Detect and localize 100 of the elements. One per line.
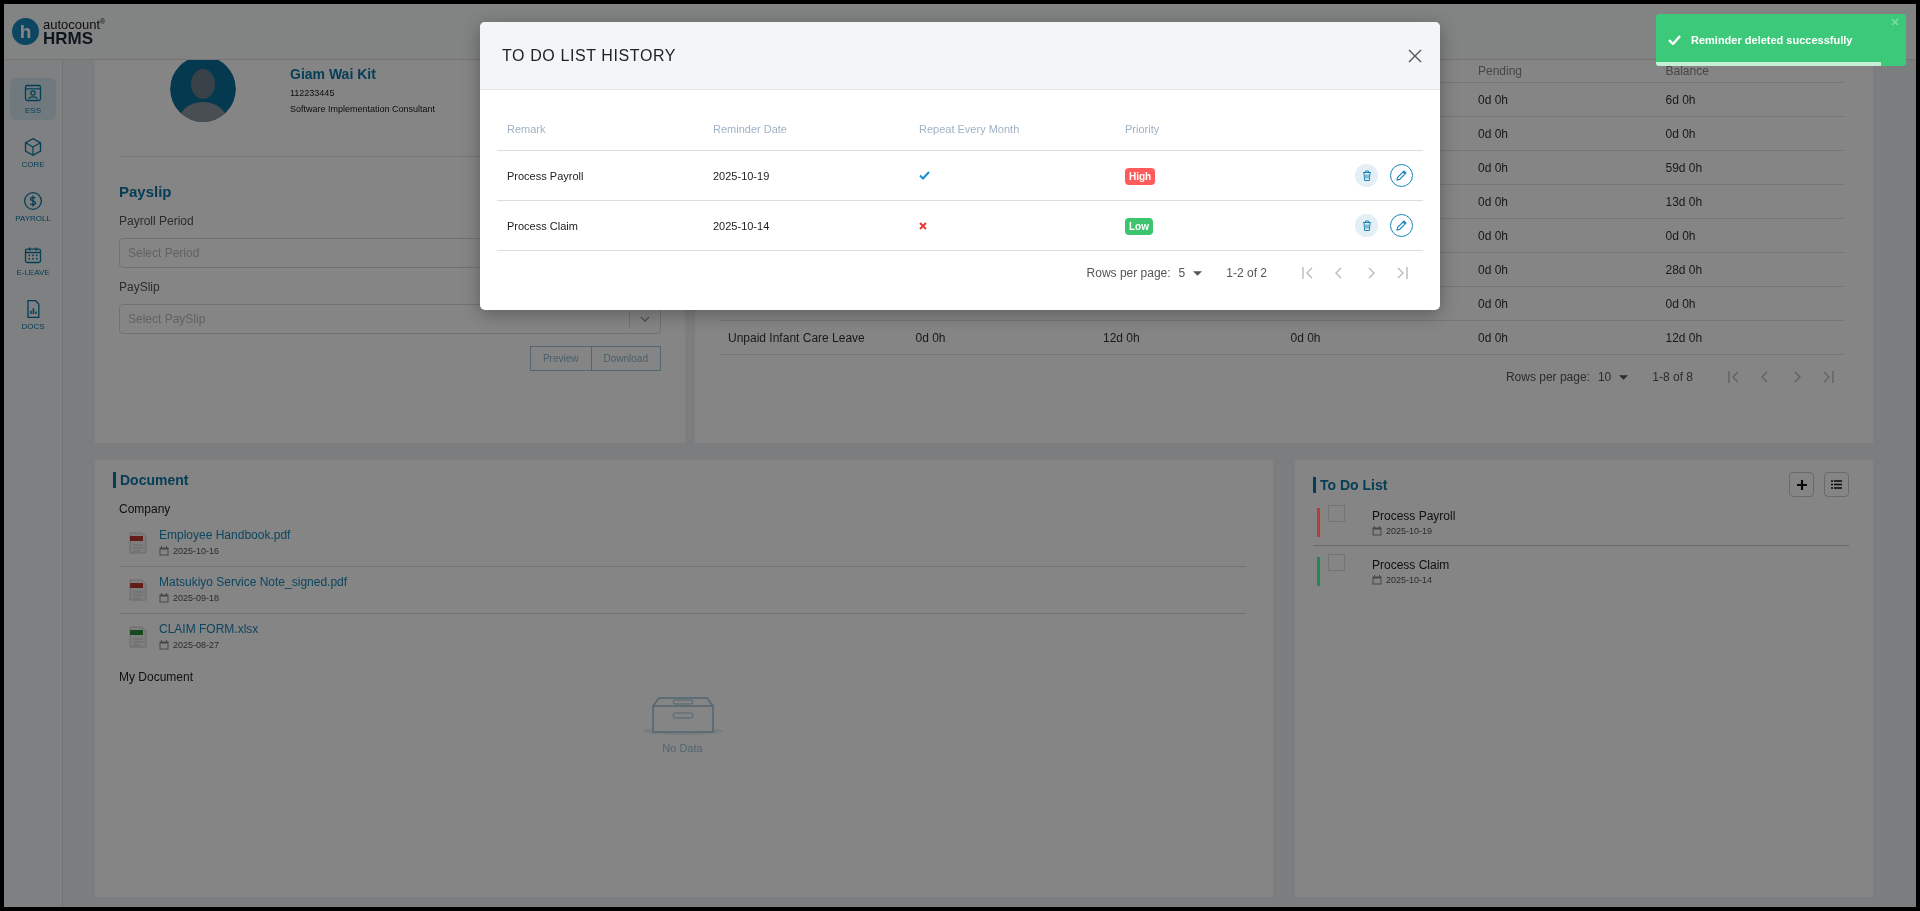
caret-icon: [1193, 270, 1203, 276]
file-date: 2025-10-16: [159, 546, 291, 556]
payslip-button[interactable]: Preview: [529, 346, 592, 371]
add-button[interactable]: [1789, 472, 1814, 497]
todo-title: Process Payroll: [1372, 509, 1456, 523]
rows-per-page-select[interactable]: 5: [1178, 266, 1203, 280]
table-cell: 2025-10-19: [713, 169, 770, 182]
file-link[interactable]: Employee Handbook.pdf: [159, 528, 291, 542]
sidebar-item[interactable]: CORE: [10, 132, 56, 174]
empty-box-icon: [640, 696, 725, 736]
logo-wordmark: autocount$^{®}$: [43, 16, 106, 32]
sidebar-item[interactable]: PAYROLL: [10, 186, 56, 228]
table-cell: 0d 0h: [1290, 330, 1321, 345]
profile-card-icon: [23, 83, 43, 103]
table-cell: 2025-10-14: [713, 219, 770, 232]
sidebar-item[interactable]: ESS: [10, 78, 56, 120]
table-cell: 0d 0h: [1478, 296, 1509, 311]
table-cell: Process Claim: [507, 219, 578, 232]
last-page-button[interactable]: [1395, 265, 1411, 281]
table-cell: Process Payroll: [507, 169, 584, 182]
table-cell: 12d 0h: [1103, 330, 1140, 345]
section-title: Document: [113, 472, 1246, 488]
table-cell: Unpaid Infant Care Leave: [728, 330, 865, 345]
employee-id: 112233445: [290, 88, 336, 98]
column-header: Repeat Every Month: [919, 123, 1020, 135]
calendar-icon: [159, 640, 169, 650]
close-button[interactable]: [1408, 48, 1422, 63]
field-label: PaySlip: [119, 280, 160, 294]
field-label: Payroll Period: [119, 214, 194, 228]
list-button[interactable]: [1824, 472, 1849, 497]
rows-per-page-select[interactable]: 10: [1597, 370, 1629, 384]
file-icon: [129, 579, 147, 601]
table-cell: 0d 0h: [1478, 228, 1509, 243]
check-icon: [1668, 35, 1681, 45]
last-page-icon: [1395, 265, 1411, 281]
calendar-icon: [23, 245, 43, 265]
table-cell: 0d 0h: [1478, 330, 1509, 345]
table-cell: 0d 0h: [1478, 160, 1509, 175]
first-page-icon: [1725, 369, 1741, 385]
calendar-icon: [159, 593, 169, 603]
pencil-icon: [1396, 220, 1407, 231]
column-header: Pending: [1478, 64, 1523, 78]
last-page-icon: [1821, 369, 1837, 385]
page-range: 1-8 of 8: [1652, 370, 1693, 384]
trash-icon: [1361, 170, 1372, 181]
table-cell: 0d 0h: [915, 330, 946, 345]
modal-title: TO DO LIST HISTORY: [502, 46, 678, 65]
toast-message: Reminder deleted successfully: [1691, 34, 1853, 46]
table-cell: 0d 0h: [1478, 126, 1509, 141]
table-cell: 0d 0h: [1665, 296, 1696, 311]
chevron-down-icon: [640, 316, 650, 322]
file-link[interactable]: CLAIM FORM.xlsx: [159, 622, 259, 636]
sidebar-item[interactable]: DOCS: [10, 294, 56, 336]
table-cell: 0d 0h: [1478, 92, 1509, 107]
section-subtitle: Company: [119, 502, 172, 516]
calendar-icon: [1372, 575, 1382, 585]
cube-icon: [23, 137, 43, 157]
logo-title: HRMS: [43, 31, 95, 48]
column-header: Balance: [1665, 64, 1709, 78]
file-icon: [129, 626, 147, 648]
close-icon: [1408, 48, 1422, 63]
table-cell: 0d 0h: [1665, 228, 1696, 243]
column-header: Remark: [507, 123, 546, 135]
todo-date: 2025-10-19: [1372, 526, 1456, 536]
edit-button[interactable]: [1390, 214, 1413, 237]
table-cell: 28d 0h: [1665, 262, 1703, 277]
calendar-icon: [159, 546, 169, 556]
section-subtitle: My Document: [119, 670, 195, 684]
file-date: 2025-08-27: [159, 640, 259, 650]
close-icon: [1891, 18, 1899, 26]
file-link[interactable]: Matsukiyo Service Note_signed.pdf: [159, 575, 348, 589]
column-header: Reminder Date: [713, 123, 787, 135]
plus-icon: [1796, 479, 1807, 490]
calendar-icon: [1372, 526, 1382, 536]
table-cell: 12d 0h: [1665, 330, 1703, 345]
employee-name: Giam Wai Kit: [290, 66, 377, 82]
table-cell: 59d 0h: [1665, 160, 1703, 175]
first-page-icon: [1299, 265, 1315, 281]
rows-per-page-label: Rows per page:: [1086, 266, 1171, 280]
logo-mark: h: [12, 18, 39, 45]
employee-position: Software Implementation Consultant: [290, 104, 436, 114]
file-icon: [129, 532, 147, 554]
table-cell: 13d 0h: [1665, 194, 1703, 209]
pencil-icon: [1396, 170, 1407, 181]
section-title: To Do List: [1313, 476, 1779, 493]
todo-title: Process Claim: [1372, 558, 1450, 572]
column-header: Priority: [1125, 123, 1160, 135]
edit-button[interactable]: [1390, 164, 1413, 187]
file-date: 2025-09-18: [159, 593, 348, 603]
payslip-button[interactable]: Download: [591, 346, 661, 371]
page-range: 1-2 of 2: [1226, 266, 1267, 280]
first-page-button[interactable]: [1725, 369, 1741, 385]
caret-icon: [1619, 374, 1629, 380]
first-page-button[interactable]: [1299, 265, 1315, 281]
section-title: Payslip: [119, 183, 173, 200]
priority-tag: Low: [1125, 217, 1153, 235]
delete-button[interactable]: [1355, 214, 1378, 237]
delete-button[interactable]: [1355, 164, 1378, 187]
last-page-button[interactable]: [1821, 369, 1837, 385]
sidebar-item[interactable]: E-LEAVE: [10, 240, 56, 282]
